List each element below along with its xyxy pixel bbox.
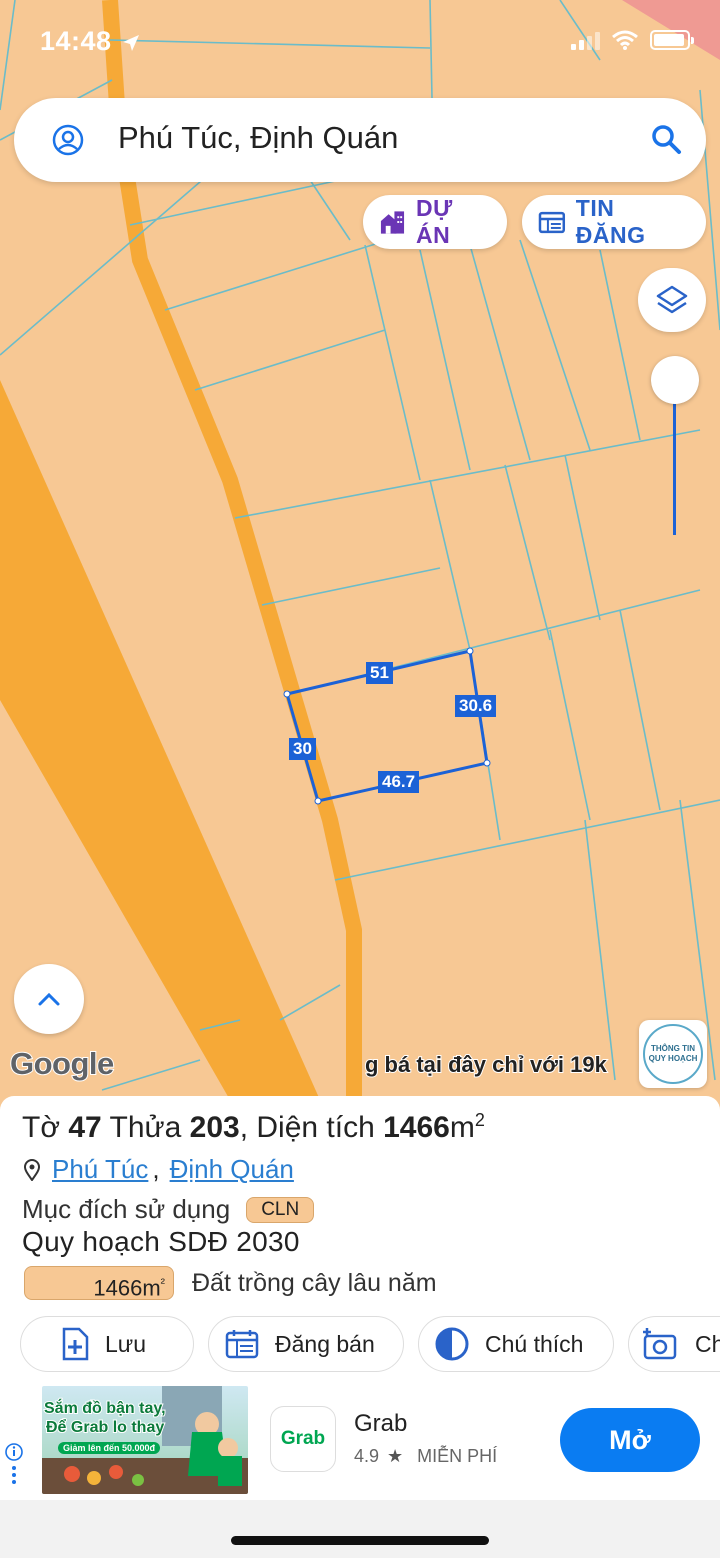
save-button-label: Lưu	[105, 1330, 146, 1357]
star-icon: ★	[387, 1446, 404, 1466]
layers-icon	[656, 285, 688, 314]
ad-image-headline-2: Để Grab lo thay	[45, 1418, 165, 1437]
ad-info-icon[interactable]	[4, 1442, 24, 1486]
save-button[interactable]: Lưu	[20, 1316, 194, 1372]
wifi-icon	[612, 30, 638, 50]
purpose-label: Mục đích sử dụng	[22, 1194, 231, 1224]
ad-marquee-text: g bá tại đây chỉ với 19k	[364, 1051, 608, 1078]
app-name: Grab	[354, 1410, 408, 1437]
post-sale-button[interactable]: Đăng bán	[208, 1316, 404, 1372]
app-meta: 4.9 ★ MIỄN PHÍ	[354, 1446, 497, 1467]
location-pin-icon	[24, 1158, 40, 1181]
home-indicator-area	[0, 1500, 720, 1558]
legend-button[interactable]: Chú thích	[418, 1316, 614, 1372]
planning-info-button[interactable]: THÔNG TIN QUY HOẠCH	[639, 1020, 707, 1088]
battery-icon	[650, 30, 694, 50]
add-photo-button[interactable]: Ch	[628, 1316, 720, 1372]
add-photo-button-label: Ch	[695, 1330, 720, 1357]
edge-label-left: 30	[289, 738, 316, 760]
layers-button[interactable]	[638, 268, 706, 332]
chevron-up-icon	[38, 992, 60, 1006]
projects-chip-label: DỰ ÁN	[415, 195, 453, 248]
ad-banner[interactable]: Sắm đồ bận tay, Để Grab lo thay Giảm lên…	[0, 1376, 720, 1500]
planning-area-row: 1466m² Đất trồng cây lâu năm	[24, 1266, 437, 1300]
ad-image-headline-1: Sắm đồ bận tay,	[43, 1399, 167, 1418]
projects-chip[interactable]: DỰ ÁN	[363, 195, 507, 249]
edge-label-top: 51	[366, 662, 393, 684]
expand-sheet-button[interactable]	[14, 964, 84, 1034]
google-attribution: Google	[9, 1045, 115, 1082]
status-time: 14:48	[40, 26, 140, 57]
planning-area-pill: 1466m²	[24, 1266, 174, 1300]
district-link[interactable]: Định Quán	[170, 1154, 294, 1185]
add-photo-icon	[643, 1328, 677, 1360]
action-buttons-row: Lưu Đăng bán Chú thích Ch	[20, 1316, 720, 1374]
home-indicator[interactable]	[231, 1536, 489, 1545]
land-use-purpose-row: Mục đích sử dụng CLN	[22, 1194, 315, 1225]
listings-chip-label: TIN ĐĂNG	[575, 195, 646, 248]
listing-icon	[538, 211, 566, 234]
cellular-signal-icon	[571, 30, 600, 50]
purpose-code-badge: CLN	[246, 1196, 315, 1223]
planning-area-description: Đất trồng cây lâu năm	[192, 1268, 437, 1297]
edge-label-right: 30.6	[455, 695, 497, 717]
legend-button-label: Chú thích	[485, 1330, 584, 1357]
search-icon[interactable]	[650, 123, 682, 155]
account-icon[interactable]	[52, 124, 84, 156]
app-price: MIỄN PHÍ	[417, 1446, 498, 1466]
planning-label: Quy hoạch SDĐ 2030	[22, 1226, 300, 1257]
planning-badge-line2: QUY HOẠCH	[648, 1054, 698, 1063]
building-icon	[380, 211, 405, 234]
grab-app-icon[interactable]: Grab	[270, 1406, 336, 1472]
ad-image-promo: Giảm lên đến 50.000đ	[58, 1442, 161, 1454]
location-row: Phú Túc, Định Quán	[24, 1154, 294, 1185]
parcel-title: Tờ 47 Thửa 203, Diện tích 1466m2	[22, 1110, 485, 1144]
search-bar[interactable]: Phú Túc, Định Quán	[14, 98, 706, 182]
open-app-button[interactable]: Mở	[560, 1408, 700, 1472]
status-bar: 14:48	[0, 0, 720, 86]
edge-label-bottom: 46.7	[378, 771, 420, 793]
commune-link[interactable]: Phú Túc	[52, 1154, 148, 1185]
app-rating: 4.9	[354, 1446, 380, 1466]
planning-badge-line1: THÔNG TIN	[651, 1044, 695, 1053]
search-input[interactable]: Phú Túc, Định Quán	[118, 120, 398, 156]
contrast-icon	[435, 1327, 469, 1361]
zoom-slider-knob[interactable]	[651, 356, 699, 404]
calendar-list-icon	[225, 1330, 259, 1359]
listings-chip[interactable]: TIN ĐĂNG	[522, 195, 706, 249]
parcel-info-sheet: Tờ 47 Thửa 203, Diện tích 1466m2 Phú Túc…	[0, 1096, 720, 1558]
location-arrow-icon	[122, 34, 139, 51]
post-sale-button-label: Đăng bán	[275, 1330, 375, 1357]
add-file-icon	[62, 1327, 89, 1361]
ad-image[interactable]: Sắm đồ bận tay, Để Grab lo thay Giảm lên…	[42, 1386, 248, 1494]
